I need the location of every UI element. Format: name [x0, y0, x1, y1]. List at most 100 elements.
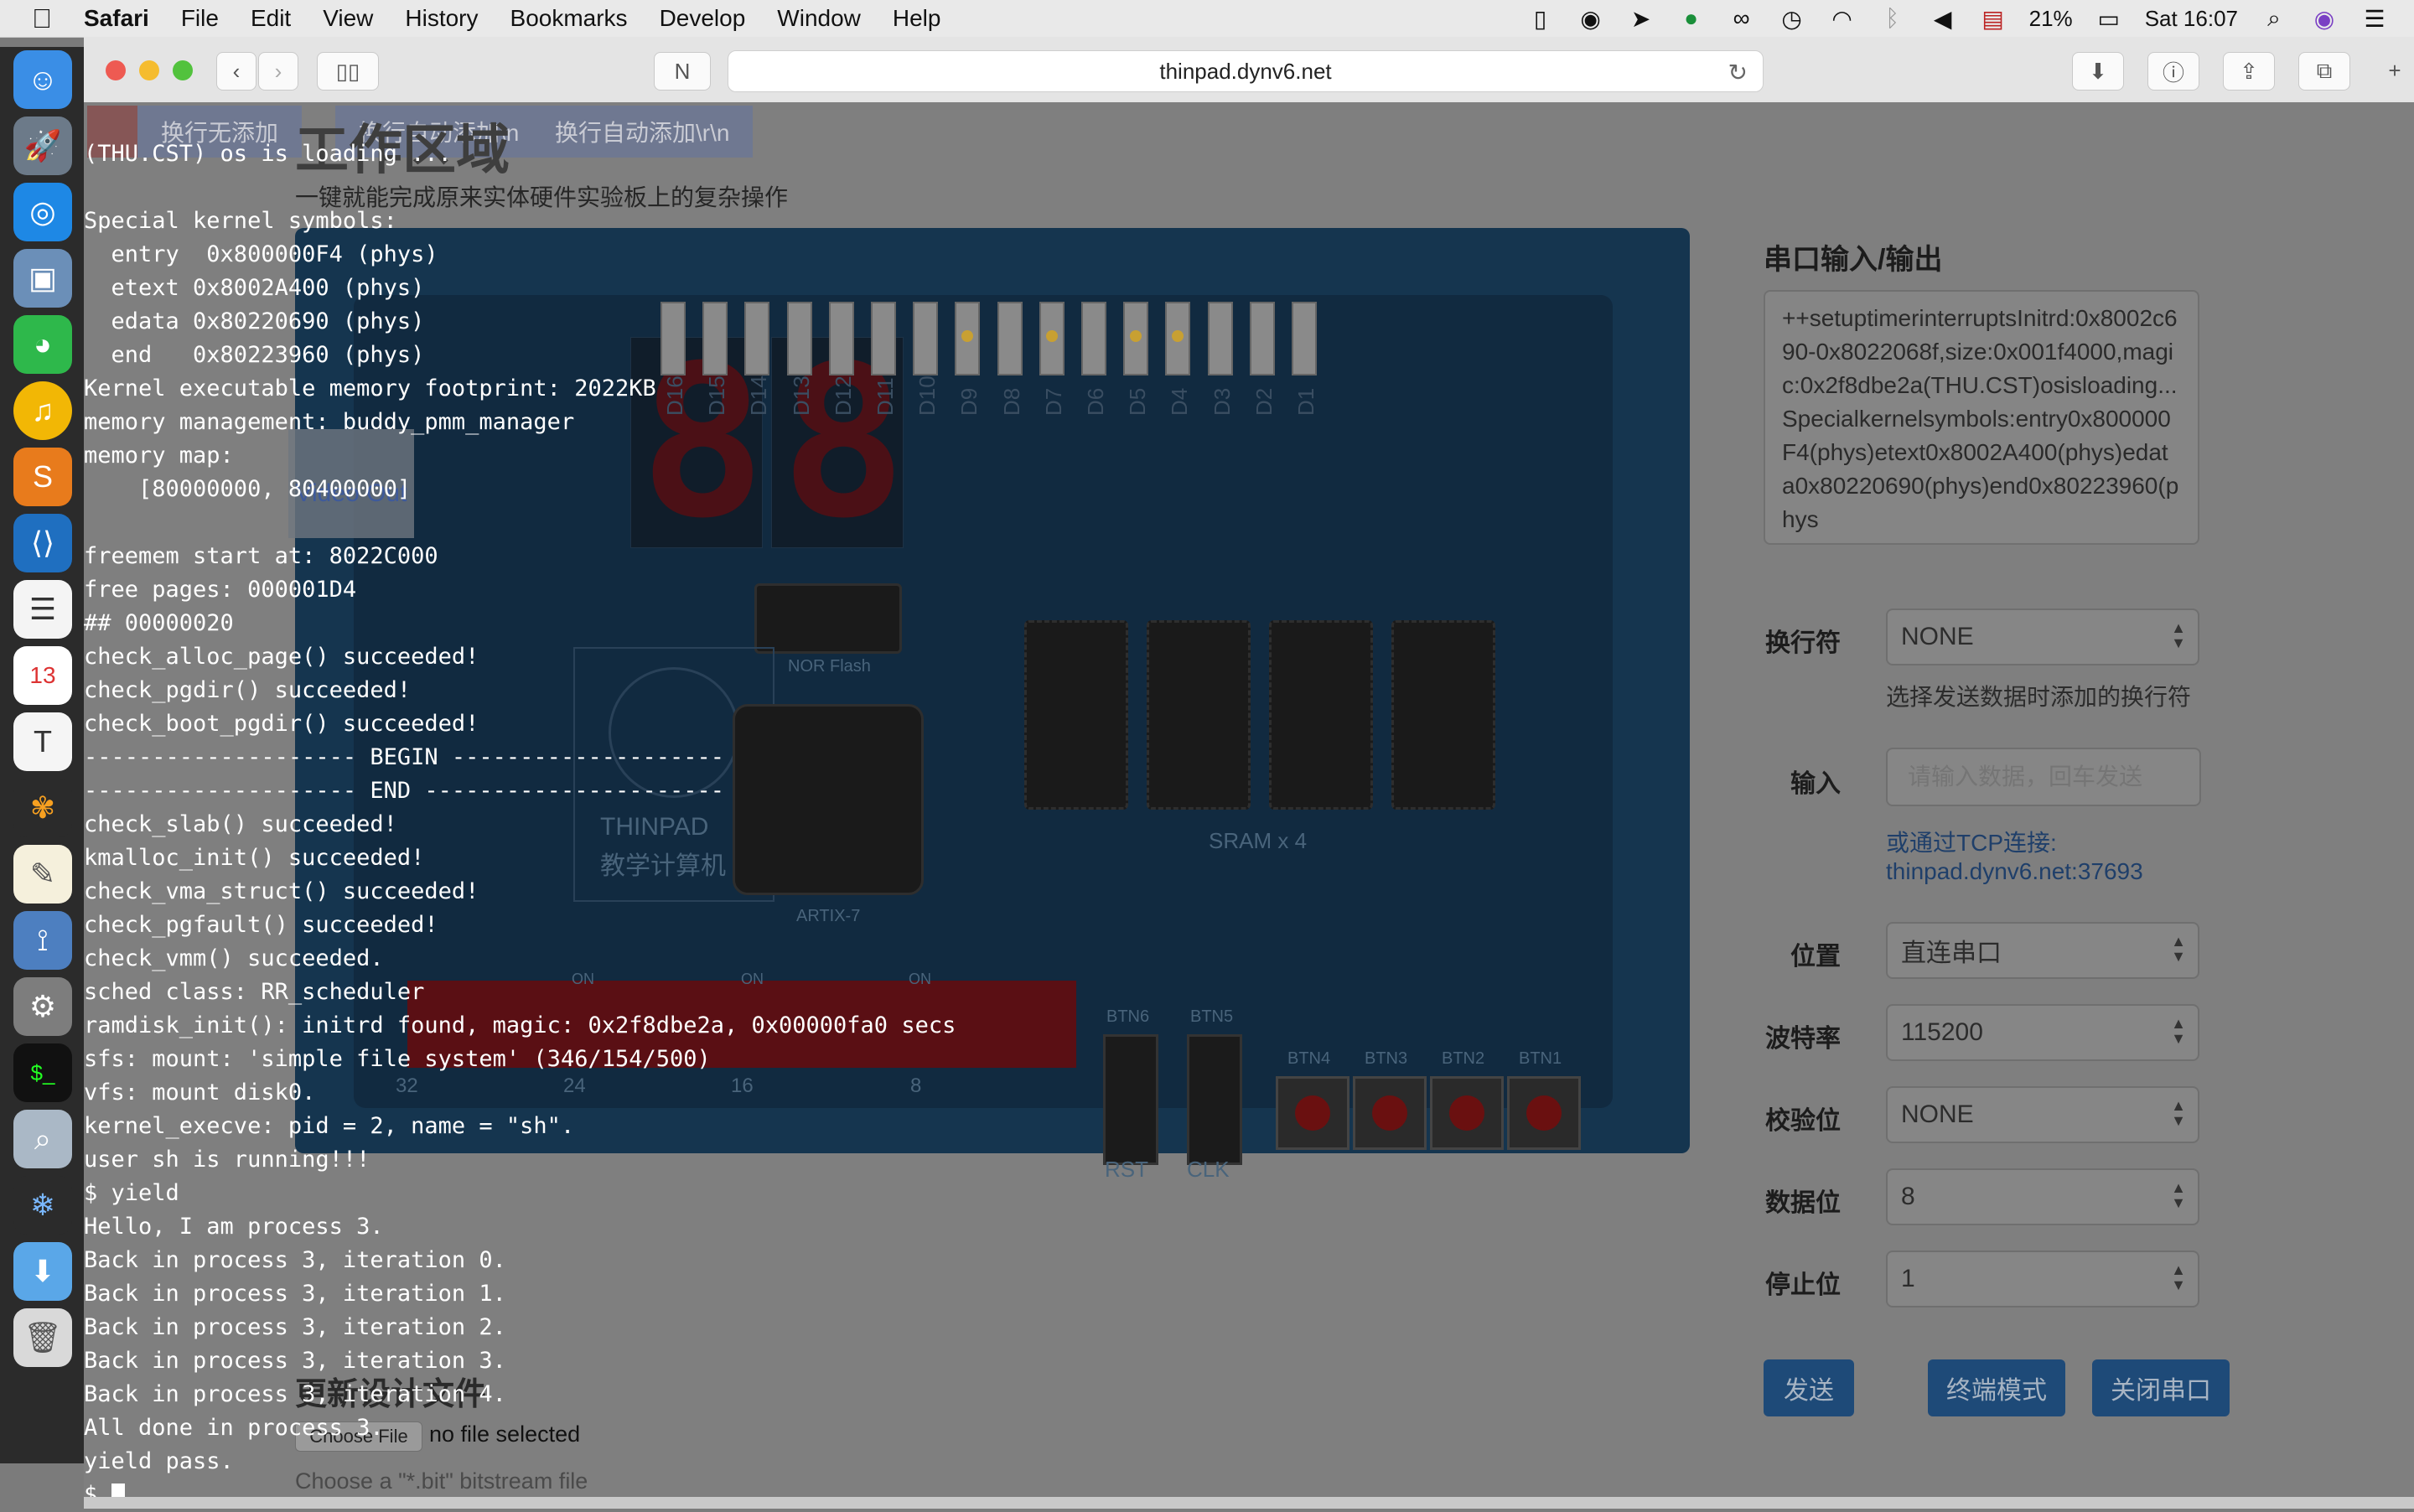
phone-status-icon[interactable]: ▯: [1526, 6, 1555, 32]
terminal-line: kmalloc_init() succeeded!: [84, 845, 425, 871]
menu-bookmarks[interactable]: Bookmarks: [510, 5, 628, 32]
tcp-address-link[interactable]: thinpad.dynv6.net:37693: [1886, 858, 2143, 885]
menu-app-name[interactable]: Safari: [84, 5, 149, 32]
position-label: 位置: [1790, 943, 1841, 971]
battery-charging-icon[interactable]: ▭: [2095, 6, 2123, 32]
new-tab-button[interactable]: +: [2380, 52, 2409, 89]
spotlight-search-icon[interactable]: ⌕: [2260, 5, 2288, 31]
terminal-overlay[interactable]: (THU.CST) os is loading ... Special kerne…: [84, 137, 1257, 1512]
sidebar-icon: ▯▯: [335, 58, 360, 84]
terminal-line: ramdisk_init(): initrd found, magic: 0x2…: [84, 1012, 956, 1038]
input-source-flag-icon[interactable]: ▤: [1979, 6, 2007, 32]
send-status-icon[interactable]: ➤: [1627, 6, 1655, 32]
network-utility-icon[interactable]: ⟟: [13, 911, 72, 970]
tes-icon[interactable]: ✾: [13, 779, 72, 837]
newline-value: NONE: [1901, 623, 1974, 650]
send-button[interactable]: 发送: [1764, 1359, 1854, 1416]
push-button-btn3[interactable]: [1353, 1076, 1427, 1150]
notification-center-icon[interactable]: ☰: [2360, 6, 2389, 32]
menu-edit[interactable]: Edit: [251, 5, 291, 32]
reminders-icon[interactable]: ☰: [13, 580, 72, 639]
snowflake-icon[interactable]: ❄: [13, 1176, 72, 1235]
menu-clock[interactable]: Sat 16:07: [2145, 6, 2238, 32]
trash-icon[interactable]: 🗑: [13, 1308, 72, 1367]
music-icon[interactable]: ♫: [13, 381, 72, 440]
select-arrows-icon: ▲ ▼: [2171, 1179, 2186, 1211]
terminal-line: check_boot_pgdir() succeeded!: [84, 711, 479, 737]
parity-select[interactable]: NONE ▲ ▼: [1886, 1086, 2199, 1143]
serial-input-field[interactable]: [1886, 748, 2201, 806]
typora-icon[interactable]: T: [13, 712, 72, 771]
wechat-icon[interactable]: ◕: [13, 315, 72, 374]
finder-icon[interactable]: ☺: [13, 50, 72, 109]
button-label-btn4: BTN4: [1287, 1049, 1331, 1068]
glasses-status-icon[interactable]: ∞: [1728, 5, 1756, 31]
bluetooth-icon[interactable]: ᛒ: [1878, 5, 1907, 31]
spotify-status-icon[interactable]: ●: [1677, 5, 1706, 31]
input-label: 输入: [1790, 770, 1841, 798]
close-window-button[interactable]: [106, 60, 126, 80]
share-button[interactable]: ⇪: [2223, 52, 2275, 91]
terminal-line: ## 00000020: [84, 610, 234, 636]
time-machine-icon[interactable]: ◷: [1778, 6, 1806, 32]
newline-select[interactable]: NONE ▲ ▼: [1886, 608, 2199, 665]
position-select[interactable]: 直连串口 ▲ ▼: [1886, 922, 2199, 979]
onenote-extension-button[interactable]: N: [654, 52, 711, 91]
push-button-btn2[interactable]: [1430, 1076, 1504, 1150]
volume-icon[interactable]: ◀: [1929, 6, 1957, 32]
baud-select[interactable]: 115200 ▲ ▼: [1886, 1004, 2199, 1061]
wifi-icon[interactable]: ◠: [1828, 6, 1857, 32]
zoom-window-button[interactable]: [173, 60, 193, 80]
parity-label: 校验位: [1765, 1107, 1841, 1135]
menu-view[interactable]: View: [323, 5, 373, 32]
terminal-line: $ yield: [84, 1180, 179, 1206]
menu-help[interactable]: Help: [893, 5, 941, 32]
minimize-window-button[interactable]: [139, 60, 159, 80]
led-label: D1: [1293, 387, 1318, 416]
terminal-mode-button[interactable]: 终端模式: [1928, 1359, 2065, 1416]
safari-icon[interactable]: ◎: [13, 183, 72, 241]
forward-button[interactable]: ›: [258, 52, 298, 91]
apple-menu-icon[interactable]: : [0, 3, 84, 34]
siri-icon[interactable]: ◉: [2310, 6, 2339, 32]
terminal-icon[interactable]: $_: [13, 1043, 72, 1102]
sublime-text-icon[interactable]: S: [13, 448, 72, 506]
menu-develop[interactable]: Develop: [660, 5, 746, 32]
menu-history[interactable]: History: [405, 5, 478, 32]
textedit-icon[interactable]: ✎: [13, 845, 72, 904]
serial-panel-title: 串口输入/输出: [1764, 244, 1943, 276]
url-text: thinpad.dynv6.net: [1159, 58, 1332, 84]
preview-icon[interactable]: ▣: [13, 249, 72, 308]
terminal-line: check_alloc_page() succeeded!: [84, 644, 479, 670]
downloads-button[interactable]: ⬇: [2072, 52, 2124, 91]
push-button-btn1[interactable]: [1507, 1076, 1581, 1150]
push-button-btn4[interactable]: [1276, 1076, 1349, 1150]
image-capture-icon[interactable]: ⌕: [13, 1110, 72, 1168]
safari-window: ‹ › ▯▯ N thinpad.dynv6.net ↻ ⬇ ⓘ ⇪ ⧉ + 换…: [84, 37, 2414, 1509]
terminal-line: yield pass.: [84, 1448, 234, 1474]
newline-label: 换行符: [1765, 629, 1841, 657]
menu-window[interactable]: Window: [777, 5, 861, 32]
stopbits-select[interactable]: 1 ▲ ▼: [1886, 1251, 2199, 1307]
menu-file[interactable]: File: [181, 5, 219, 32]
back-button[interactable]: ‹: [216, 52, 256, 91]
reload-icon[interactable]: ↻: [1728, 59, 1748, 86]
terminal-line: memory management: buddy_pmm_manager: [84, 409, 575, 435]
launchpad-icon[interactable]: 🚀: [13, 117, 72, 175]
vscode-icon[interactable]: ⟨⟩: [13, 514, 72, 572]
serial-output-textarea[interactable]: ++setuptimerinterruptsInitrd:0x8002c690-…: [1764, 290, 2199, 545]
calendar-icon[interactable]: 13: [13, 646, 72, 705]
downloads-folder-icon[interactable]: ⬇: [13, 1242, 72, 1301]
info-button[interactable]: ⓘ: [2147, 52, 2199, 91]
address-bar[interactable]: thinpad.dynv6.net ↻: [728, 50, 1764, 92]
show-tabs-button[interactable]: ⧉: [2298, 52, 2350, 91]
close-serial-button[interactable]: 关闭串口: [2092, 1359, 2230, 1416]
sidebar-toggle-button[interactable]: ▯▯: [317, 52, 379, 91]
battery-percent[interactable]: 21%: [2029, 6, 2073, 32]
wechat-status-icon[interactable]: ◉: [1577, 6, 1605, 32]
databits-select[interactable]: 8 ▲ ▼: [1886, 1168, 2199, 1225]
system-preferences-icon[interactable]: ⚙: [13, 977, 72, 1036]
terminal-line: Back in process 3, iteration 0.: [84, 1247, 506, 1273]
